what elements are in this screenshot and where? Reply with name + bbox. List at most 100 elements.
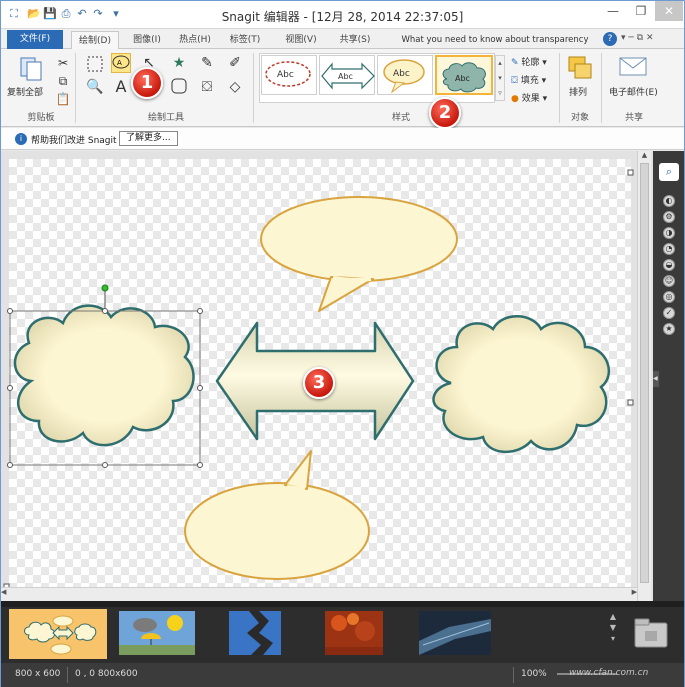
- panel-effect-icon[interactable]: ◑: [663, 227, 675, 239]
- style-teal-cloud[interactable]: Abc: [435, 55, 493, 95]
- fill-dropdown[interactable]: ⛋ 填充 ▾: [511, 73, 546, 86]
- copy-all-icon[interactable]: [15, 55, 45, 81]
- zoom-level[interactable]: 100%: [521, 669, 547, 679]
- capture-tray: ▲ ▼ ▾: [1, 601, 684, 663]
- cut-icon[interactable]: ✂: [53, 53, 73, 73]
- canvas-resize-handle[interactable]: [627, 399, 634, 406]
- callout-tool-icon[interactable]: A: [111, 53, 131, 73]
- tray-thumbnail[interactable]: [419, 611, 491, 655]
- cursor-coords: 0 , 0 800x600: [75, 669, 138, 679]
- tray-scroll-icon[interactable]: ▲ ▼ ▾: [607, 611, 619, 655]
- highlighter-tool-icon[interactable]: ✐: [225, 53, 245, 73]
- stamp-tool-icon[interactable]: ★: [169, 53, 189, 73]
- cloud-shape-right[interactable]: [432, 315, 611, 454]
- panel-effect-icon[interactable]: ◔: [663, 243, 675, 255]
- help-icon[interactable]: ?: [603, 32, 617, 46]
- library-folder-icon[interactable]: [633, 615, 669, 651]
- panel-effect-icon[interactable]: ✓: [663, 307, 675, 319]
- eraser-tool-icon[interactable]: ◇: [225, 77, 245, 97]
- tab-file[interactable]: 文件(F): [7, 30, 63, 49]
- share-group-label: 共享: [624, 113, 643, 123]
- panel-effect-icon[interactable]: ⚙: [663, 211, 675, 223]
- text-tool-icon[interactable]: A: [111, 77, 131, 97]
- style-double-arrow[interactable]: Abc: [319, 55, 375, 95]
- ribbon-tabs: 文件(F) 绘制(D) 图像(I) 热点(H) 标签(T) 视图(V) 共享(S…: [1, 29, 684, 49]
- style-gallery-scroll[interactable]: ▴ ▾ ▿: [495, 55, 505, 101]
- tab-tags[interactable]: 标签(T): [223, 31, 267, 49]
- info-icon: i: [15, 133, 27, 145]
- learn-more-button[interactable]: 了解更多...: [119, 131, 178, 146]
- pen-tool-icon[interactable]: ✎: [197, 53, 217, 73]
- divider: [513, 667, 514, 683]
- tray-thumbnail[interactable]: [325, 611, 383, 655]
- divider: [67, 667, 68, 683]
- svg-text:Abc: Abc: [455, 74, 470, 83]
- divider: [75, 53, 76, 123]
- fill-tool-icon[interactable]: ⛋: [197, 77, 217, 97]
- close-button[interactable]: ✕: [655, 1, 683, 21]
- style-red-dashed-callout[interactable]: Abc: [261, 55, 317, 95]
- tab-draw[interactable]: 绘制(D): [71, 31, 119, 49]
- restore-button[interactable]: ❐: [627, 1, 655, 21]
- scroll-thumb[interactable]: [640, 163, 649, 583]
- search-icon[interactable]: ⌕: [659, 163, 679, 181]
- scroll-right-icon[interactable]: ▶: [632, 588, 637, 596]
- scroll-left-icon[interactable]: ◀: [1, 588, 6, 596]
- panel-effect-icon[interactable]: ◐: [663, 195, 675, 207]
- divider: [559, 53, 560, 123]
- zoom-tool-icon[interactable]: 🔍: [85, 77, 105, 97]
- callout-badge-3: 3: [303, 367, 335, 399]
- horizontal-scrollbar[interactable]: ◀ ▶: [1, 587, 637, 601]
- outline-dropdown[interactable]: ✎ 轮廓 ▾: [511, 55, 547, 68]
- panel-effect-icon[interactable]: ◒: [663, 259, 675, 271]
- canvas-resize-handle[interactable]: [627, 169, 634, 176]
- svg-text:A: A: [117, 59, 122, 67]
- canvas-area: 3 ▲ ◀ ▶: [1, 151, 653, 601]
- arrange-icon[interactable]: [567, 55, 593, 81]
- cloud-shape-left[interactable]: [13, 304, 195, 447]
- panel-effect-icon[interactable]: ☺: [663, 275, 675, 287]
- minimize-button[interactable]: —: [599, 1, 627, 21]
- email-button[interactable]: 电子邮件(E): [609, 85, 658, 98]
- effects-dropdown[interactable]: ● 效果 ▾: [511, 91, 547, 104]
- speech-bubble-top[interactable]: [260, 196, 458, 312]
- shape-tool-icon[interactable]: [169, 77, 189, 97]
- tray-thumbnail[interactable]: [229, 611, 281, 655]
- help-link[interactable]: What you need to know about transparency: [397, 31, 593, 49]
- copy-icon[interactable]: ⧉: [53, 71, 73, 91]
- paste-icon[interactable]: 📋: [53, 89, 73, 109]
- tab-hotspot[interactable]: 热点(H): [173, 31, 217, 49]
- title-bar: ⛶ 📂 💾 ⎙ ↶ ↷ ▾ Snagit 编辑器 - [12月 28, 2014…: [1, 1, 684, 29]
- email-icon[interactable]: [619, 55, 647, 77]
- info-bar: i 帮助我们改进 Snagit 了解更多...: [1, 128, 684, 150]
- snagit-editor-window: ⛶ 📂 💾 ⎙ ↶ ↷ ▾ Snagit 编辑器 - [12月 28, 2014…: [0, 0, 685, 687]
- panel-collapse-icon[interactable]: ◀: [653, 371, 659, 387]
- styles-group-label: 样式: [391, 113, 410, 123]
- copy-all-label[interactable]: 复制全部: [7, 85, 43, 98]
- window-title: Snagit 编辑器 - [12月 28, 2014 22:37:05]: [221, 10, 464, 24]
- ribbon: 复制全部 ✂ ⧉ 📋 剪贴板 A ↖ ★ ✎ ✐ 🔍 A ⛋ ◇ 绘制工具 Ab…: [1, 49, 684, 127]
- tab-view[interactable]: 视图(V): [279, 31, 323, 49]
- divider: [253, 53, 254, 123]
- scroll-up-icon[interactable]: ▲: [638, 151, 651, 163]
- ribbon-options-icon[interactable]: ▾ ─ ⧉ ✕: [621, 33, 654, 43]
- svg-text:Abc: Abc: [277, 70, 294, 80]
- arrange-button[interactable]: 排列: [569, 85, 587, 98]
- drawing-tools-group-label: 绘制工具: [147, 113, 184, 123]
- vertical-scrollbar[interactable]: ▲: [637, 151, 651, 601]
- selection-icon[interactable]: [85, 55, 105, 75]
- info-text: 帮助我们改进 Snagit: [31, 136, 117, 146]
- panel-effect-icon[interactable]: ★: [663, 323, 675, 335]
- callout-badge-1: 1: [131, 67, 163, 99]
- speech-bubble-bottom[interactable]: [184, 450, 370, 580]
- tab-image[interactable]: 图像(I): [125, 31, 169, 49]
- image-size: 800 x 600: [15, 669, 61, 679]
- style-yellow-callout[interactable]: Abc: [377, 55, 433, 95]
- tray-grip[interactable]: [1, 601, 684, 607]
- panel-effect-icon[interactable]: ◎: [663, 291, 675, 303]
- divider: [601, 53, 602, 123]
- tray-thumbnail-selected[interactable]: [9, 609, 107, 659]
- tray-thumbnail[interactable]: [119, 611, 195, 655]
- quick-styles-panel: ⌕ ◐ ⚙ ◑ ◔ ◒ ☺ ◎ ✓ ★ ◀: [653, 151, 684, 601]
- tab-share[interactable]: 共享(S): [333, 31, 377, 49]
